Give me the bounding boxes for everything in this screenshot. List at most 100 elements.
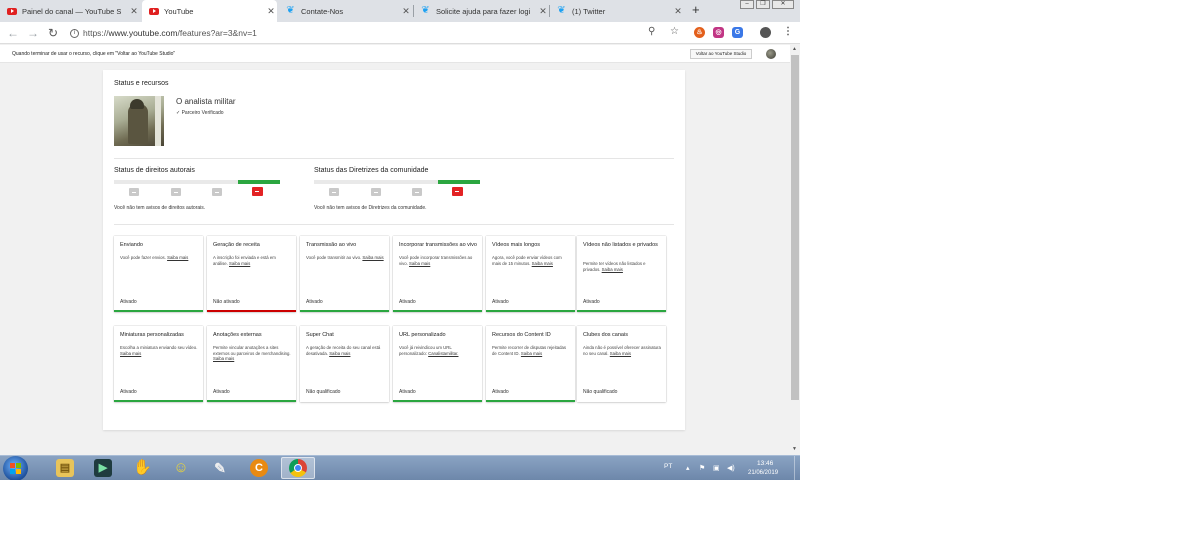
tab-solicite-ajuda[interactable]: ❦ Solicite ajuda para fazer logi ✕ — [414, 0, 549, 22]
feature-status: Ativado — [492, 299, 509, 305]
scroll-up-icon[interactable]: ▲ — [792, 46, 797, 52]
learn-more-link[interactable]: Saiba mais — [213, 356, 234, 361]
learn-more-link[interactable]: Saiba mais — [610, 351, 631, 356]
community-status-title: Status das Diretrizes da comunidade — [314, 167, 429, 174]
clock-date[interactable]: 21/06/2019 — [748, 470, 778, 476]
taskbar-app-media[interactable]: ▶ — [86, 457, 120, 479]
scroll-down-icon[interactable]: ▼ — [792, 446, 797, 452]
feature-card-super-chat[interactable]: Super Chat A geração de receita do seu c… — [300, 326, 389, 402]
status-bar — [486, 400, 575, 402]
tab-contate-nos[interactable]: ❦ Contate-Nos ✕ — [279, 0, 412, 22]
feature-card-monetization[interactable]: Geração de receita A inscrição foi envia… — [207, 236, 296, 312]
close-icon[interactable]: ✕ — [537, 6, 549, 17]
back-icon[interactable]: ← — [6, 25, 20, 41]
learn-more-link[interactable]: Saiba mais — [532, 261, 553, 266]
learn-more-link[interactable]: Saiba mais — [521, 351, 542, 356]
feature-description: Você pode transmitir ao vivo. Saiba mais — [306, 255, 384, 260]
feature-card-embed-live[interactable]: Incorporar transmissões ao vivo Você pod… — [393, 236, 482, 312]
tab-twitter[interactable]: ❦ (1) Twitter ✕ — [550, 0, 684, 22]
tab-youtube[interactable]: YouTube ✕ — [142, 0, 277, 22]
search-icon[interactable]: ⚲ — [648, 26, 655, 38]
taskbar: ▤ ▶ ✋ ☺ ✎ C PT ▴ ⚑ ▣ ◀) 13:46 21/06/2019 — [0, 455, 800, 480]
return-message: Quando terminar de usar o recurso, cliqu… — [12, 51, 176, 57]
bookmark-star-icon[interactable]: ☆ — [670, 26, 679, 38]
learn-more-link[interactable]: Saiba mais — [329, 351, 350, 356]
close-icon[interactable]: ✕ — [265, 6, 277, 17]
taskbar-app-paint[interactable]: ✎ — [203, 457, 237, 479]
tray-expand-icon[interactable]: ▴ — [686, 464, 690, 472]
status-bar — [207, 400, 296, 402]
close-icon[interactable]: ✕ — [672, 6, 684, 17]
forward-icon[interactable]: → — [26, 25, 40, 41]
return-to-studio-button[interactable]: Voltar ao YouTube Studio — [690, 49, 752, 59]
feature-status: Ativado — [120, 299, 137, 305]
status-bar — [300, 310, 389, 312]
page-title: Status e recursos — [114, 80, 169, 87]
extension-fire-icon[interactable]: ♨ — [694, 27, 705, 38]
feature-card-live-streaming[interactable]: Transmissão ao vivo Você pode transmitir… — [300, 236, 389, 312]
learn-more-link[interactable]: Saiba mais — [409, 261, 430, 266]
network-icon[interactable]: ▣ — [713, 464, 720, 472]
clock-time[interactable]: 13:46 — [757, 460, 773, 467]
feature-card-channel-memberships[interactable]: Clubes dos canais Ainda não é possível o… — [577, 326, 666, 402]
status-bar — [114, 400, 203, 402]
instagram-icon[interactable]: ◎ — [713, 27, 724, 38]
feature-card-longer-videos[interactable]: Vídeos mais longos Agora, você pode envi… — [486, 236, 575, 312]
close-icon[interactable]: ✕ — [128, 6, 140, 17]
learn-more-link[interactable]: Saiba mais — [229, 261, 250, 266]
page-scrollbar[interactable]: ▲ ▼ — [790, 45, 800, 455]
status-bar — [300, 400, 389, 402]
scroll-thumb[interactable] — [791, 55, 799, 400]
info-icon[interactable]: i — [70, 28, 79, 38]
language-indicator[interactable]: PT — [664, 463, 672, 470]
learn-more-link[interactable]: Saiba mais — [362, 255, 383, 260]
minimize-icon[interactable]: – — [740, 0, 754, 9]
profile-avatar[interactable] — [760, 27, 771, 38]
feature-card-uploading[interactable]: Enviando Você pode fazer envios. Saiba m… — [114, 236, 203, 312]
custom-url-link[interactable]: Canalistamilitar. — [428, 351, 458, 356]
flag-icon[interactable]: ⚑ — [699, 464, 705, 472]
avatar[interactable] — [766, 49, 776, 59]
taskbar-app-glove[interactable]: ✋ — [125, 457, 159, 479]
close-icon[interactable]: ✕ — [400, 6, 412, 17]
tab-painel-do-canal[interactable]: Painel do canal — YouTube S ✕ — [0, 0, 140, 22]
feature-description: A geração de receita do seu canal está d… — [306, 345, 381, 356]
divider — [114, 158, 674, 159]
start-button[interactable] — [3, 456, 28, 480]
community-status-note: Você não tem avisos de Diretrizes da com… — [314, 205, 427, 211]
reload-icon[interactable]: ↻ — [46, 25, 60, 41]
feature-title: Geração de receita — [213, 242, 260, 248]
tab-title: Solicite ajuda para fazer logi — [436, 6, 531, 16]
feature-card-custom-thumbnails[interactable]: Miniaturas personalizadas Escolha a mini… — [114, 326, 203, 402]
taskbar-app-c[interactable]: C — [242, 457, 276, 479]
c-app-icon: C — [250, 459, 268, 477]
taskbar-chrome[interactable] — [281, 457, 315, 479]
feature-status: Ativado — [583, 299, 600, 305]
learn-more-link[interactable]: Saiba mais — [120, 351, 141, 356]
show-desktop-button[interactable] — [794, 456, 800, 480]
feature-card-external-annotations[interactable]: Anotações externas Permite vincular anot… — [207, 326, 296, 402]
learn-more-link[interactable]: Saiba mais — [167, 255, 188, 260]
volume-icon[interactable]: ◀) — [727, 464, 735, 472]
feature-card-custom-url[interactable]: URL personalizado Você já reivindicou um… — [393, 326, 482, 402]
close-window-icon[interactable]: ✕ — [772, 0, 794, 9]
taskbar-file-explorer[interactable]: ▤ — [48, 457, 82, 479]
feature-title: Super Chat — [306, 332, 334, 338]
feature-card-content-id[interactable]: Recursos do Content ID Permite recorrer … — [486, 326, 575, 402]
feature-title: Incorporar transmissões ao vivo — [399, 242, 477, 248]
address-bar[interactable]: i https://www.youtube.com/features?ar=3&… — [70, 25, 670, 41]
translate-icon[interactable]: G — [732, 27, 743, 38]
community-strike-track — [314, 180, 480, 184]
restore-icon[interactable]: ❐ — [756, 0, 770, 9]
feature-title: Clubes dos canais — [583, 332, 628, 338]
menu-icon[interactable]: ⋮ — [783, 26, 793, 38]
feature-description: Agora, você pode enviar vídeos com mais … — [492, 255, 562, 266]
taskbar-app-character[interactable]: ☺ — [164, 457, 198, 479]
learn-more-link[interactable]: Saiba mais — [602, 267, 623, 272]
new-tab-button[interactable]: + — [692, 3, 700, 17]
feature-status: Ativado — [399, 389, 416, 395]
url-path: /features?ar=3&nv=1 — [177, 28, 257, 38]
strike-icon — [212, 188, 222, 196]
feature-card-unlisted-private[interactable]: Vídeos não listados e privados Permite t… — [577, 236, 666, 312]
feature-description: Escolha a miniatura enviando seu vídeo. … — [120, 345, 198, 356]
